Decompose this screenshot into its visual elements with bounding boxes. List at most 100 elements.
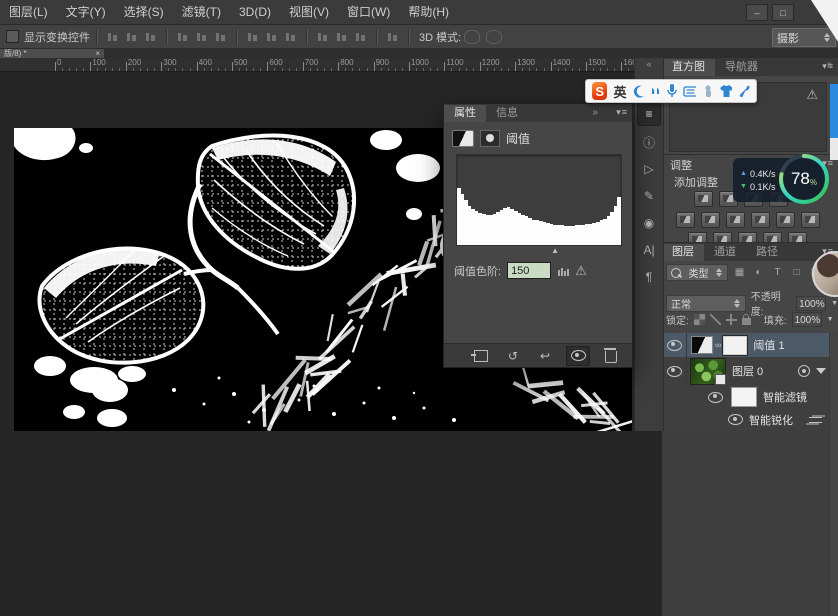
distribute-bottom-edges-icon[interactable] [284,31,297,43]
visibility-toggle[interactable] [728,414,743,425]
visibility-toggle[interactable] [662,333,687,357]
align-vertical-centers-icon[interactable] [195,31,208,43]
layer-name[interactable]: 阈值 1 [753,337,784,353]
collapse-smart-filters-icon[interactable] [816,368,826,374]
lock-position-icon[interactable] [726,314,737,325]
expand-dock-icon[interactable]: » [826,59,832,70]
align-top-edges-icon[interactable] [176,31,189,43]
paragraph-panel-icon[interactable]: ¶ [638,266,660,288]
opacity-value[interactable]: 100% [796,296,826,311]
layer-row-threshold[interactable]: ∞ 阈值 1 [662,333,830,357]
skin-icon[interactable] [719,84,732,98]
undo-button[interactable]: ↩ [534,347,556,365]
distribute-right-edges-icon[interactable] [354,31,367,43]
vibrance-adjustment-icon[interactable] [676,212,695,228]
blend-mode-dropdown[interactable]: 正常 [666,295,746,312]
layer-filter-kind-dropdown[interactable]: 类型 [666,264,728,281]
layers-scrollbar[interactable] [829,333,838,616]
threshold-slider-handle[interactable]: ▲ [551,246,559,255]
smart-sharpen-label[interactable]: 智能锐化 [749,412,793,428]
align-horizontal-centers-icon[interactable] [125,31,138,43]
sidebar-widget-white[interactable] [830,138,838,160]
visibility-toggle[interactable] [662,357,687,385]
menu-item-2[interactable]: 文字(Y) [57,0,115,24]
align-bottom-edges-icon[interactable] [214,31,227,43]
document-tab[interactable]: 版/8) * × [0,48,104,58]
info-panel-icon[interactable]: ⓘ [638,131,660,153]
menu-item-1[interactable]: 图层(L) [0,0,57,24]
threshold-value-input[interactable] [507,262,551,279]
ime-mode-toggle[interactable]: 英 [613,82,626,101]
roll-3d-icon[interactable] [486,30,502,44]
settings-wrench-icon[interactable] [738,84,750,98]
reset-button[interactable]: ↺ [502,347,524,365]
filter-blending-options-icon[interactable] [809,415,822,425]
handwriting-icon[interactable] [702,84,713,98]
filter-pixel-layers-icon[interactable]: ▦ [732,265,747,280]
black-white-adjustment-icon[interactable] [751,212,770,228]
opacity-arrow-icon[interactable]: ▼ [831,300,838,307]
smart-filter-indicator-icon[interactable] [798,365,810,377]
collapse-dock-icon[interactable]: « [635,58,663,70]
collapse-panel-icon[interactable]: » [592,107,598,118]
tab-channels[interactable]: 通道 [704,244,746,261]
photo-filter-adjustment-icon[interactable] [776,212,795,228]
workspace-selector[interactable]: 摄影 [772,28,836,47]
distribute-left-edges-icon[interactable] [316,31,329,43]
menu-item-4[interactable]: 滤镜(T) [173,0,230,24]
menu-item-8[interactable]: 帮助(H) [399,0,458,24]
layer-row-smart-sharpen[interactable]: 智能锐化 [662,409,830,430]
threshold-layer-thumbnail[interactable] [691,336,713,354]
layer0-thumbnail[interactable] [690,358,726,385]
tab-layers[interactable]: 图层 [662,244,704,261]
color-balance-adjustment-icon[interactable] [726,212,745,228]
mask-icon[interactable] [480,130,500,147]
lock-paint-icon[interactable] [710,314,721,325]
keyboard-icon[interactable] [683,84,696,98]
filter-adjustment-layers-icon[interactable]: ◐ [751,265,766,280]
character-panel-icon[interactable]: A| [638,239,660,261]
smart-filters-label[interactable]: 智能滤镜 [763,389,807,405]
visibility-toggle[interactable] [708,392,723,403]
menu-item-5[interactable]: 3D(D) [230,0,280,24]
align-left-edges-icon[interactable] [106,31,119,43]
brush-settings-panel-icon[interactable]: ✎ [638,185,660,207]
sidebar-widget-blue[interactable] [830,84,838,138]
voice-input-icon[interactable] [665,83,677,99]
align-right-edges-icon[interactable] [144,31,157,43]
smart-filter-mask-thumbnail[interactable] [731,387,757,407]
distribute-top-edges-icon[interactable] [246,31,259,43]
uncached-warning-icon[interactable]: ⚠ [806,87,818,103]
auto-align-layers-icon[interactable] [386,31,399,43]
fill-value[interactable]: 100% [792,312,822,327]
distribute-horizontal-centers-icon[interactable] [335,31,348,43]
tab-close-icon[interactable]: × [95,49,100,58]
sogou-logo[interactable]: S [592,82,607,100]
layer-row-layer0[interactable]: 图层 0 [662,357,830,385]
layer-row-smart-filters[interactable]: 智能滤镜 [662,385,830,409]
punctuation-icon[interactable] [650,84,659,99]
clip-to-layer-button[interactable] [470,347,492,365]
delete-adjustment-button[interactable] [600,347,622,365]
layer-mask-thumbnail[interactable] [723,336,747,355]
actions-panel-icon[interactable]: ▷ [638,158,660,180]
visibility-button[interactable] [566,346,590,366]
filter-type-layers-icon[interactable]: T [770,265,785,280]
menu-item-7[interactable]: 窗口(W) [338,0,399,24]
panel-menu-icon[interactable]: ▾≡ [616,107,628,118]
brightness-contrast-adjustment-icon[interactable] [694,191,713,207]
menu-item-6[interactable]: 视图(V) [280,0,338,24]
properties-panel-icon[interactable]: ≡ [637,102,661,126]
tab-paths[interactable]: 路径 [746,244,788,261]
lock-transparency-icon[interactable] [694,314,705,325]
restore-button[interactable]: □ [772,4,794,21]
tab-properties[interactable]: 属性 [444,105,486,122]
show-transform-checkbox[interactable] [6,30,19,43]
channel-mixer-adjustment-icon[interactable] [801,212,820,228]
layer-name[interactable]: 图层 0 [732,363,763,379]
minimize-button[interactable]: – [746,4,768,21]
night-mode-icon[interactable] [632,84,644,99]
tab-histogram[interactable]: 直方图 [662,59,715,76]
clone-source-panel-icon[interactable]: ◉ [638,212,660,234]
threshold-histogram[interactable] [456,154,622,246]
